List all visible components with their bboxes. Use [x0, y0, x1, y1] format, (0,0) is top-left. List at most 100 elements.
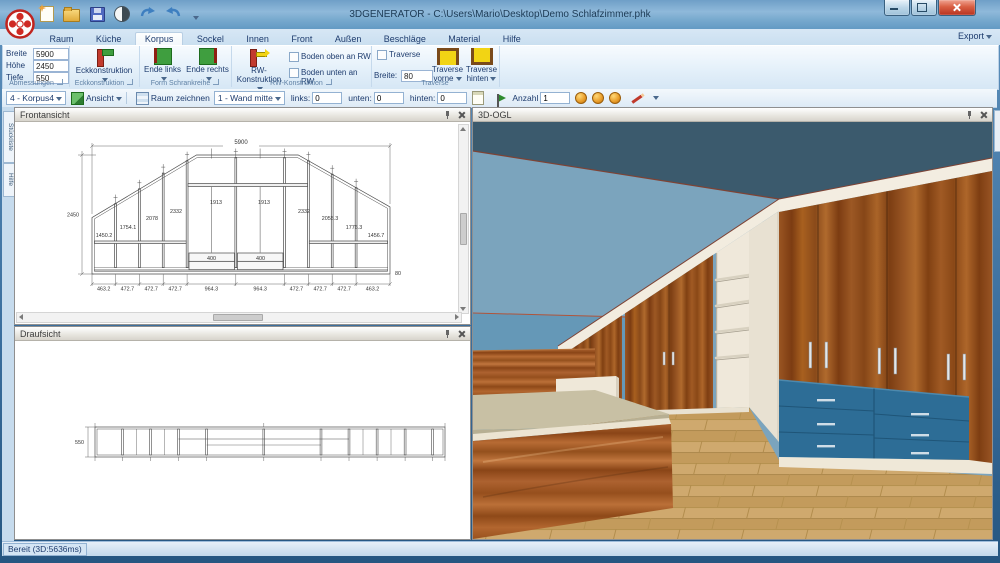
ende-rechts-label: Ende rechts	[186, 65, 229, 74]
hoehe-input[interactable]	[33, 60, 69, 72]
toolbar: 4 - Korpus4 Ansicht Raum zeichnen 1 - Wa…	[2, 89, 997, 108]
scrollbar-thumb[interactable]	[460, 213, 467, 245]
dim-drawer-1: 400	[207, 256, 216, 262]
raum-zeichnen-icon	[136, 92, 149, 105]
ende-links-button[interactable]: Ende links	[141, 48, 184, 83]
wardrobe-side-panel	[749, 211, 779, 442]
close-panel-icon[interactable]	[457, 330, 465, 338]
ende-rechts-button[interactable]: Ende rechts	[186, 48, 229, 83]
boden-unten-checkbox[interactable]	[289, 68, 299, 78]
app-logo-icon	[5, 9, 35, 39]
scrollbar-thumb[interactable]	[213, 314, 263, 321]
save-icon[interactable]	[90, 7, 105, 22]
ogl-header[interactable]: 3D-OGL	[473, 108, 992, 122]
front-vertical-scrollbar[interactable]	[458, 124, 469, 314]
anzahl-label: Anzahl	[512, 93, 538, 103]
pin-icon[interactable]	[444, 330, 452, 338]
right-dock-tab[interactable]	[994, 110, 1000, 152]
render-3d-scene[interactable]	[473, 122, 992, 539]
dialog-launcher-icon[interactable]	[326, 79, 332, 85]
ribbon-tab-strip: Raum Küche Korpus Sockel Innen Front Auß…	[0, 29, 1000, 45]
status-bar: Bereit (3D:5636ms)	[2, 541, 998, 556]
group-caption-form: Form Schrankreihe	[139, 79, 231, 87]
dim-width-3: 472.7	[144, 287, 158, 293]
new-document-icon[interactable]	[40, 6, 54, 22]
group-caption-abmessungen: Abmessungen	[3, 79, 69, 87]
close-button[interactable]	[938, 0, 976, 16]
dim-width-9: 472.7	[337, 287, 351, 293]
flag-icon[interactable]	[498, 94, 506, 102]
dim-width-2: 472.7	[121, 287, 134, 293]
toolbar-separator	[126, 92, 127, 104]
frontansicht-header[interactable]: Frontansicht	[15, 108, 470, 122]
traverse-vorne-icon	[437, 48, 459, 65]
group-caption-traverse: Traverse	[371, 80, 499, 87]
pin-icon[interactable]	[444, 111, 452, 119]
close-panel-icon[interactable]	[457, 111, 465, 119]
coin-icon-3[interactable]	[609, 92, 621, 104]
dim-width-6: 964.3	[253, 287, 267, 293]
eckkonstruktion-label: Eckkonstruktion	[76, 66, 132, 75]
breite-input[interactable]	[33, 48, 69, 60]
dim-width-4: 472.7	[168, 287, 182, 293]
open-folder-icon[interactable]	[63, 9, 80, 22]
maximize-button[interactable]	[911, 0, 937, 16]
rw-konstruktion-icon	[248, 48, 270, 66]
dim-height-8: 2055.3	[322, 216, 339, 222]
minimize-button[interactable]	[884, 0, 910, 16]
boden-oben-checkbox[interactable]	[289, 52, 299, 62]
wand-combo[interactable]: 1 - Wand mitte	[214, 91, 285, 105]
export-button[interactable]: Export	[958, 31, 992, 41]
coin-icon-2[interactable]	[592, 92, 604, 104]
group-form-schrankreihe: Ende links Ende rechts Form Schrankreihe	[139, 46, 232, 87]
application-window: 3DGENERATOR - C:\Users\Mario\Desktop\Dem…	[0, 0, 1000, 563]
group-eckkonstruktion: Eckkonstruktion Eckkonstruktion	[69, 46, 140, 87]
group-caption-rw: RW-Konstruktion	[231, 79, 371, 87]
dim-height-6: 1913	[258, 200, 270, 206]
korpus-combo[interactable]: 4 - Korpus4	[6, 91, 66, 105]
dim-width-7: 472.7	[290, 287, 304, 293]
top-view-drawing: 550	[16, 342, 469, 538]
anzahl-input[interactable]	[540, 92, 570, 104]
close-panel-icon[interactable]	[979, 111, 987, 119]
breite-label: Breite	[6, 49, 27, 58]
dialog-launcher-icon[interactable]	[127, 79, 133, 85]
qat-dropdown-icon[interactable]	[193, 16, 199, 20]
hinten-input[interactable]	[437, 92, 467, 104]
frontansicht-title: Frontansicht	[20, 110, 70, 120]
draufsicht-header[interactable]: Draufsicht	[15, 327, 470, 341]
application-menu-button[interactable]	[5, 9, 35, 39]
pen-icon[interactable]	[632, 93, 645, 103]
unten-label: unten:	[348, 93, 372, 103]
dim-width-5: 964.3	[205, 287, 219, 293]
dim-width-8: 472.7	[313, 287, 327, 293]
dialog-launcher-icon[interactable]	[213, 79, 219, 85]
front-horizontal-scrollbar[interactable]	[16, 312, 462, 323]
ansicht-icon	[71, 92, 84, 105]
hoehe-label: Höhe	[6, 61, 25, 70]
traverse-vorne-button[interactable]: Traverse vorne	[431, 48, 464, 83]
redo-icon[interactable]	[140, 6, 156, 20]
toolbar-overflow-icon[interactable]	[653, 96, 659, 100]
traverse-check-label: Traverse	[389, 50, 420, 59]
dim-height-1: 1450.2	[96, 233, 113, 239]
ende-links-label: Ende links	[144, 65, 181, 74]
traverse-hinten-button[interactable]: Traverse hinten	[465, 48, 498, 83]
ansicht-button[interactable]: Ansicht	[86, 93, 122, 103]
coin-icon-1[interactable]	[575, 92, 587, 104]
unten-input[interactable]	[374, 92, 404, 104]
traverse-checkbox[interactable]	[377, 50, 387, 60]
dim-drawer-2: 400	[256, 256, 265, 262]
front-view-drawing: 5900 2450 1450.2 1754.1 2078 2332 1913 1…	[16, 124, 460, 312]
undo-icon[interactable]	[165, 6, 181, 20]
dialog-launcher-icon[interactable]	[57, 79, 63, 85]
dim-total-width: 5900	[234, 140, 248, 146]
raum-zeichnen-button[interactable]: Raum zeichnen	[151, 93, 210, 103]
dim-height-10: 1456.7	[368, 233, 385, 239]
pin-icon[interactable]	[966, 111, 974, 119]
draufsicht-title: Draufsicht	[20, 329, 61, 339]
options-icon[interactable]	[114, 6, 130, 22]
links-input[interactable]	[312, 92, 342, 104]
notes-icon[interactable]	[472, 91, 484, 105]
draufsicht-panel: Draufsicht	[14, 326, 471, 540]
